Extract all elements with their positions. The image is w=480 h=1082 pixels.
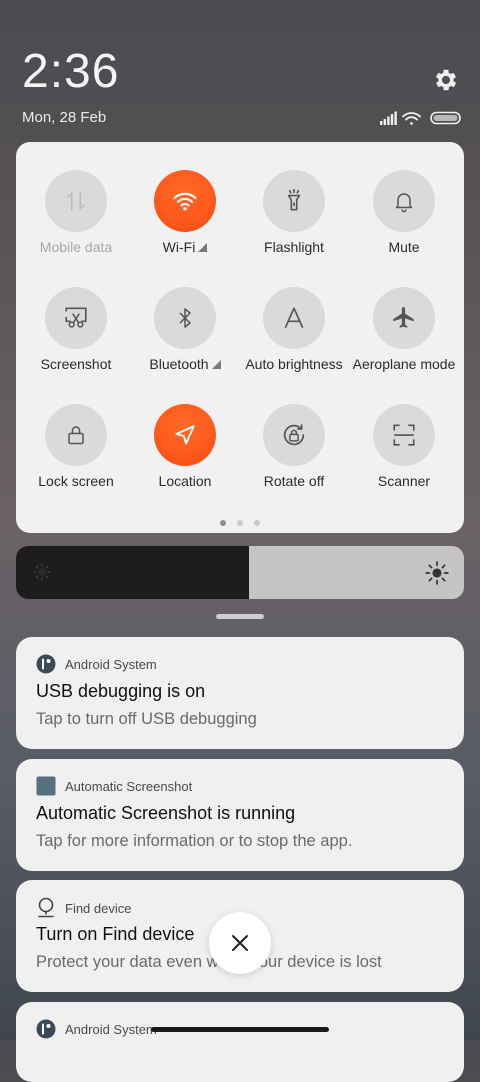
tile-rotate-off[interactable]: Rotate off bbox=[239, 404, 349, 489]
wifi-status-icon bbox=[402, 112, 421, 125]
tile-label: Bluetooth bbox=[149, 356, 209, 372]
notification-body: Tap to turn off USB debugging bbox=[36, 710, 257, 728]
tile-label: Aeroplane mode bbox=[352, 356, 456, 372]
notification-body: Tap for more information or to stop the … bbox=[36, 832, 353, 850]
tile-label: Screenshot bbox=[40, 356, 112, 372]
notification-app-row: Android System bbox=[36, 1019, 157, 1039]
tile-bluetooth[interactable]: Bluetooth bbox=[130, 287, 240, 372]
notification-title: USB debugging is on bbox=[36, 681, 206, 701]
mobile-data-toggle[interactable] bbox=[45, 170, 107, 232]
settings-gear-icon[interactable] bbox=[432, 66, 460, 94]
lock-icon bbox=[68, 426, 84, 445]
lock-screen-button[interactable] bbox=[45, 404, 107, 466]
tile-label-row: Bluetooth bbox=[130, 356, 240, 372]
tile-label: Wi-Fi bbox=[162, 239, 196, 255]
notification-app-row: Android System bbox=[36, 654, 157, 674]
android-system-icon bbox=[36, 1019, 56, 1039]
date-label[interactable]: Mon, 28 Feb bbox=[22, 109, 106, 126]
tile-label: Mobile data bbox=[39, 239, 113, 255]
brightness-high-icon bbox=[425, 561, 449, 585]
brightness-low-icon bbox=[33, 563, 51, 581]
scanner-icon bbox=[393, 424, 415, 446]
tile-aeroplane-mode[interactable]: Aeroplane mode bbox=[349, 287, 459, 372]
tile-scanner[interactable]: Scanner bbox=[349, 404, 459, 489]
notification-app-name: Android System bbox=[65, 1021, 157, 1037]
scanner-button[interactable] bbox=[373, 404, 435, 466]
drag-handle[interactable] bbox=[216, 614, 264, 619]
bluetooth-toggle[interactable] bbox=[154, 287, 216, 349]
screenshot-icon bbox=[65, 307, 87, 328]
notification-title: Automatic Screenshot is running bbox=[36, 803, 296, 823]
clock-time[interactable]: 2:36 bbox=[22, 48, 119, 96]
notification-app-name: Automatic Screenshot bbox=[65, 778, 193, 794]
tile-label: Auto brightness bbox=[245, 356, 343, 372]
wifi-toggle[interactable] bbox=[154, 170, 216, 232]
quick-settings-panel: Mobile data Wi-Fi Flashlight Mute Screen… bbox=[16, 142, 464, 533]
notification-app-name: Find device bbox=[65, 900, 132, 916]
screenshot-toggle[interactable] bbox=[45, 287, 107, 349]
mute-toggle[interactable] bbox=[373, 170, 435, 232]
home-gesture-bar[interactable] bbox=[151, 1027, 329, 1032]
app-square-icon bbox=[36, 776, 56, 796]
tile-auto-brightness[interactable]: Auto brightness bbox=[239, 287, 349, 372]
expand-triangle-icon[interactable] bbox=[198, 243, 208, 252]
auto-brightness-toggle[interactable] bbox=[263, 287, 325, 349]
notification-card[interactable]: Android System USB debugging is on Tap t… bbox=[16, 637, 464, 749]
page-dot[interactable] bbox=[254, 520, 260, 526]
signal-icon bbox=[380, 111, 397, 125]
page-indicator bbox=[16, 520, 464, 526]
page-dot[interactable] bbox=[237, 520, 243, 526]
tile-label: Flashlight bbox=[264, 239, 324, 255]
tile-label: Rotate off bbox=[263, 473, 325, 489]
tile-mute[interactable]: Mute bbox=[349, 170, 459, 255]
find-device-icon bbox=[38, 897, 54, 918]
tile-location[interactable]: Location bbox=[130, 404, 240, 489]
page-dot[interactable] bbox=[220, 520, 226, 526]
notification-card[interactable]: Automatic Screenshot Automatic Screensho… bbox=[16, 759, 464, 871]
rotate-toggle[interactable] bbox=[263, 404, 325, 466]
location-icon bbox=[175, 425, 195, 445]
tile-mobile-data[interactable]: Mobile data bbox=[21, 170, 131, 255]
notification-app-row: Find device bbox=[36, 897, 131, 919]
tile-label-row: Wi-Fi bbox=[130, 239, 240, 255]
flashlight-toggle[interactable] bbox=[263, 170, 325, 232]
tile-label: Lock screen bbox=[38, 473, 114, 489]
android-system-icon bbox=[36, 654, 56, 674]
tile-flashlight[interactable]: Flashlight bbox=[239, 170, 349, 255]
brightness-slider[interactable] bbox=[16, 546, 464, 599]
system-status-icons bbox=[380, 111, 461, 125]
tile-screenshot[interactable]: Screenshot bbox=[21, 287, 131, 372]
mobile-data-icon bbox=[67, 191, 85, 211]
notification-app-name: Android System bbox=[65, 656, 157, 672]
notification-title: Turn on Find device bbox=[36, 924, 195, 944]
tile-label: Mute bbox=[388, 239, 420, 255]
tile-wifi[interactable]: Wi-Fi bbox=[130, 170, 240, 255]
aeroplane-mode-toggle[interactable] bbox=[373, 287, 435, 349]
tile-label: Scanner bbox=[377, 473, 431, 489]
notification-card[interactable]: Android System bbox=[16, 1002, 464, 1082]
clear-notifications-button[interactable] bbox=[209, 912, 271, 974]
close-icon bbox=[232, 935, 248, 951]
rotate-lock-icon bbox=[283, 424, 305, 446]
auto-brightness-icon bbox=[284, 307, 304, 329]
tile-label: Location bbox=[158, 473, 212, 489]
bell-icon bbox=[395, 193, 413, 213]
battery-icon bbox=[430, 111, 461, 125]
flashlight-icon bbox=[287, 188, 301, 211]
wifi-icon bbox=[173, 192, 197, 211]
tile-lock-screen[interactable]: Lock screen bbox=[21, 404, 131, 489]
notification-body: Protect your data even when your device … bbox=[36, 953, 382, 971]
notification-app-row: Automatic Screenshot bbox=[36, 776, 192, 796]
location-toggle[interactable] bbox=[154, 404, 216, 466]
bluetooth-icon bbox=[179, 308, 191, 328]
airplane-icon bbox=[393, 307, 414, 328]
expand-triangle-icon[interactable] bbox=[211, 360, 221, 369]
